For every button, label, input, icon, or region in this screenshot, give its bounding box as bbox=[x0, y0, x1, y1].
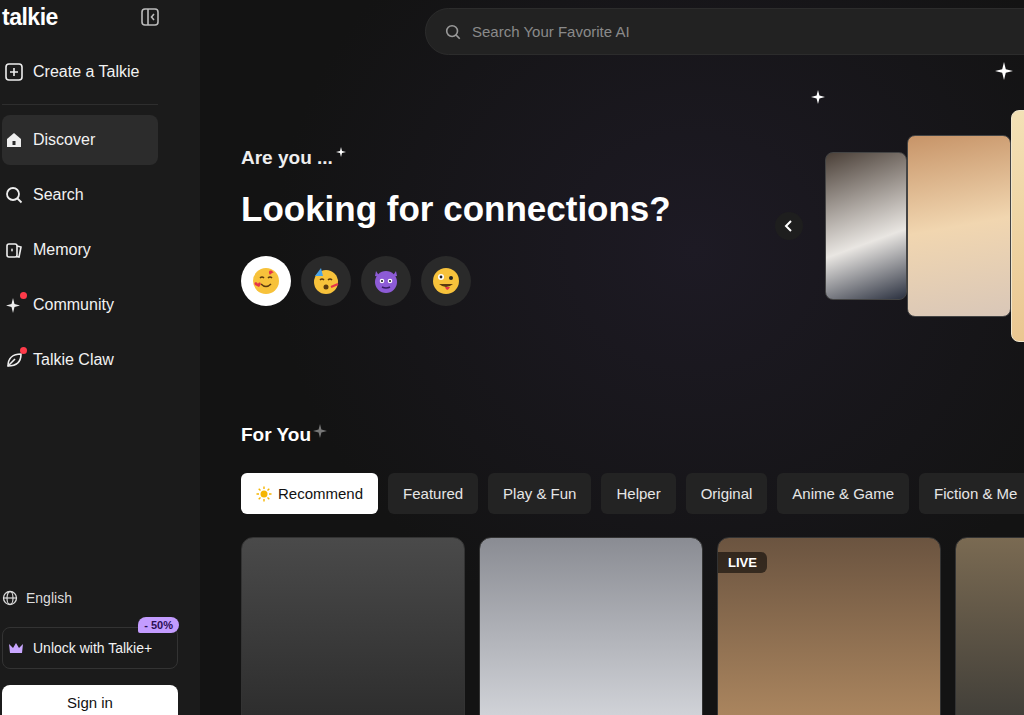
category-tab-label: Recommend bbox=[278, 485, 363, 502]
mood-button[interactable] bbox=[421, 256, 471, 306]
divider bbox=[2, 104, 158, 105]
memory-icon bbox=[4, 240, 24, 260]
category-tab-label: Original bbox=[701, 485, 753, 502]
discount-badge: - 50% bbox=[138, 617, 179, 633]
upgrade-button[interactable]: Unlock with Talkie+- 50% bbox=[2, 627, 178, 669]
sidebar-item-label: Search bbox=[33, 186, 84, 204]
carousel-slide[interactable] bbox=[825, 152, 907, 300]
category-tab-label: Helper bbox=[616, 485, 660, 502]
category-tab[interactable]: Featured bbox=[388, 473, 478, 514]
category-tab[interactable]: Original bbox=[686, 473, 768, 514]
nav-icon-wrap bbox=[4, 240, 24, 260]
sparkle-icon bbox=[336, 147, 346, 157]
notification-dot bbox=[20, 292, 27, 299]
carousel-slide[interactable] bbox=[1011, 110, 1024, 342]
zany-face-icon bbox=[431, 266, 461, 296]
language-selector[interactable]: English bbox=[2, 586, 158, 610]
sidebar-item-label: Memory bbox=[33, 241, 91, 259]
language-label: English bbox=[26, 590, 72, 606]
top-bar: Search Your Favorite AI bbox=[200, 0, 1024, 55]
category-tab-label: Anime & Game bbox=[792, 485, 894, 502]
category-tab-label: Featured bbox=[403, 485, 463, 502]
mood-list bbox=[241, 256, 775, 306]
collapse-icon[interactable] bbox=[140, 7, 160, 27]
carousel-slide[interactable] bbox=[907, 135, 1011, 317]
carousel-slides bbox=[825, 110, 1024, 342]
sidebar-item[interactable]: Memory bbox=[2, 225, 158, 275]
sparkle-icon bbox=[811, 90, 825, 104]
nav-icon-wrap bbox=[4, 350, 24, 370]
loving-face-icon bbox=[251, 266, 281, 296]
sun-icon bbox=[256, 486, 272, 502]
nav-icon-wrap bbox=[4, 130, 24, 150]
search-icon bbox=[4, 185, 24, 205]
signin-button[interactable]: Sign in bbox=[2, 685, 178, 715]
hero-title: Looking for connections? bbox=[241, 189, 775, 229]
sidebar-item-label: Talkie Claw bbox=[33, 351, 114, 369]
sidebar-item-label: Discover bbox=[33, 131, 95, 149]
upgrade-label: Unlock with Talkie+ bbox=[33, 640, 152, 656]
sparkle-icon bbox=[313, 424, 327, 438]
sidebar-nav: Discover Search Memory Community Talkie Claw bbox=[2, 115, 158, 385]
mood-button[interactable] bbox=[361, 256, 411, 306]
create-button[interactable]: Create a Talkie bbox=[2, 52, 158, 92]
spacer bbox=[2, 385, 158, 586]
character-card[interactable] bbox=[479, 537, 703, 715]
home-icon bbox=[4, 130, 24, 150]
category-tab[interactable]: Anime & Game bbox=[777, 473, 909, 514]
nav-icon-wrap bbox=[4, 185, 24, 205]
create-label: Create a Talkie bbox=[33, 63, 139, 81]
search-icon bbox=[444, 23, 462, 41]
hero-eyebrow: Are you ... bbox=[241, 147, 775, 169]
notification-dot bbox=[20, 347, 27, 354]
sidebar-item[interactable]: Community bbox=[2, 280, 158, 330]
hero: Are you ... Looking for connections? bbox=[200, 110, 1024, 342]
live-badge: LIVE bbox=[718, 552, 767, 573]
mood-button[interactable] bbox=[241, 256, 291, 306]
sidebar-item[interactable]: Search bbox=[2, 170, 158, 220]
devil-face-icon bbox=[371, 266, 401, 296]
category-tab[interactable]: Play & Fun bbox=[488, 473, 591, 514]
party-face-icon bbox=[311, 266, 341, 296]
sidebar-item[interactable]: Talkie Claw bbox=[2, 335, 158, 385]
mood-button[interactable] bbox=[301, 256, 351, 306]
character-card[interactable] bbox=[955, 537, 1024, 715]
hero-carousel bbox=[775, 110, 1024, 342]
globe-icon bbox=[2, 590, 18, 606]
talkie-page: talkie Create a Talkie Discover Search Memor… bbox=[0, 0, 1024, 715]
category-tab-label: Fiction & Me bbox=[934, 485, 1017, 502]
category-tabs: Recommend Featured Play & Fun Helper Origina… bbox=[241, 473, 1024, 514]
category-tab[interactable]: Fiction & Me bbox=[919, 473, 1024, 514]
sparkle-icon bbox=[995, 62, 1013, 80]
for-you-title: For You bbox=[241, 424, 1024, 446]
sidebar-item[interactable]: Discover bbox=[2, 115, 158, 165]
logo-row: talkie bbox=[2, 0, 158, 34]
crown-icon bbox=[7, 640, 25, 656]
logo[interactable]: talkie bbox=[2, 4, 58, 31]
search-field[interactable]: Search Your Favorite AI bbox=[425, 8, 1024, 55]
for-you-section: For You Recommend Featured Play & Fun Helper… bbox=[200, 424, 1024, 715]
category-tab[interactable]: Recommend bbox=[241, 473, 378, 514]
plus-icon bbox=[4, 62, 24, 82]
hero-text: Are you ... Looking for connections? bbox=[241, 147, 775, 306]
character-card[interactable]: LIVE bbox=[717, 537, 941, 715]
character-card[interactable] bbox=[241, 537, 465, 715]
sidebar: talkie Create a Talkie Discover Search Memor… bbox=[0, 0, 200, 715]
main-content: Search Your Favorite AI Are you ... Lookin… bbox=[200, 0, 1024, 715]
search-placeholder: Search Your Favorite AI bbox=[472, 23, 630, 40]
chevron-left-icon bbox=[782, 219, 796, 233]
category-tab-label: Play & Fun bbox=[503, 485, 576, 502]
nav-icon-wrap bbox=[4, 295, 24, 315]
sidebar-item-label: Community bbox=[33, 296, 114, 314]
carousel-prev-button[interactable] bbox=[775, 212, 803, 240]
character-cards: LIVE bbox=[241, 537, 1024, 715]
category-tab[interactable]: Helper bbox=[601, 473, 675, 514]
